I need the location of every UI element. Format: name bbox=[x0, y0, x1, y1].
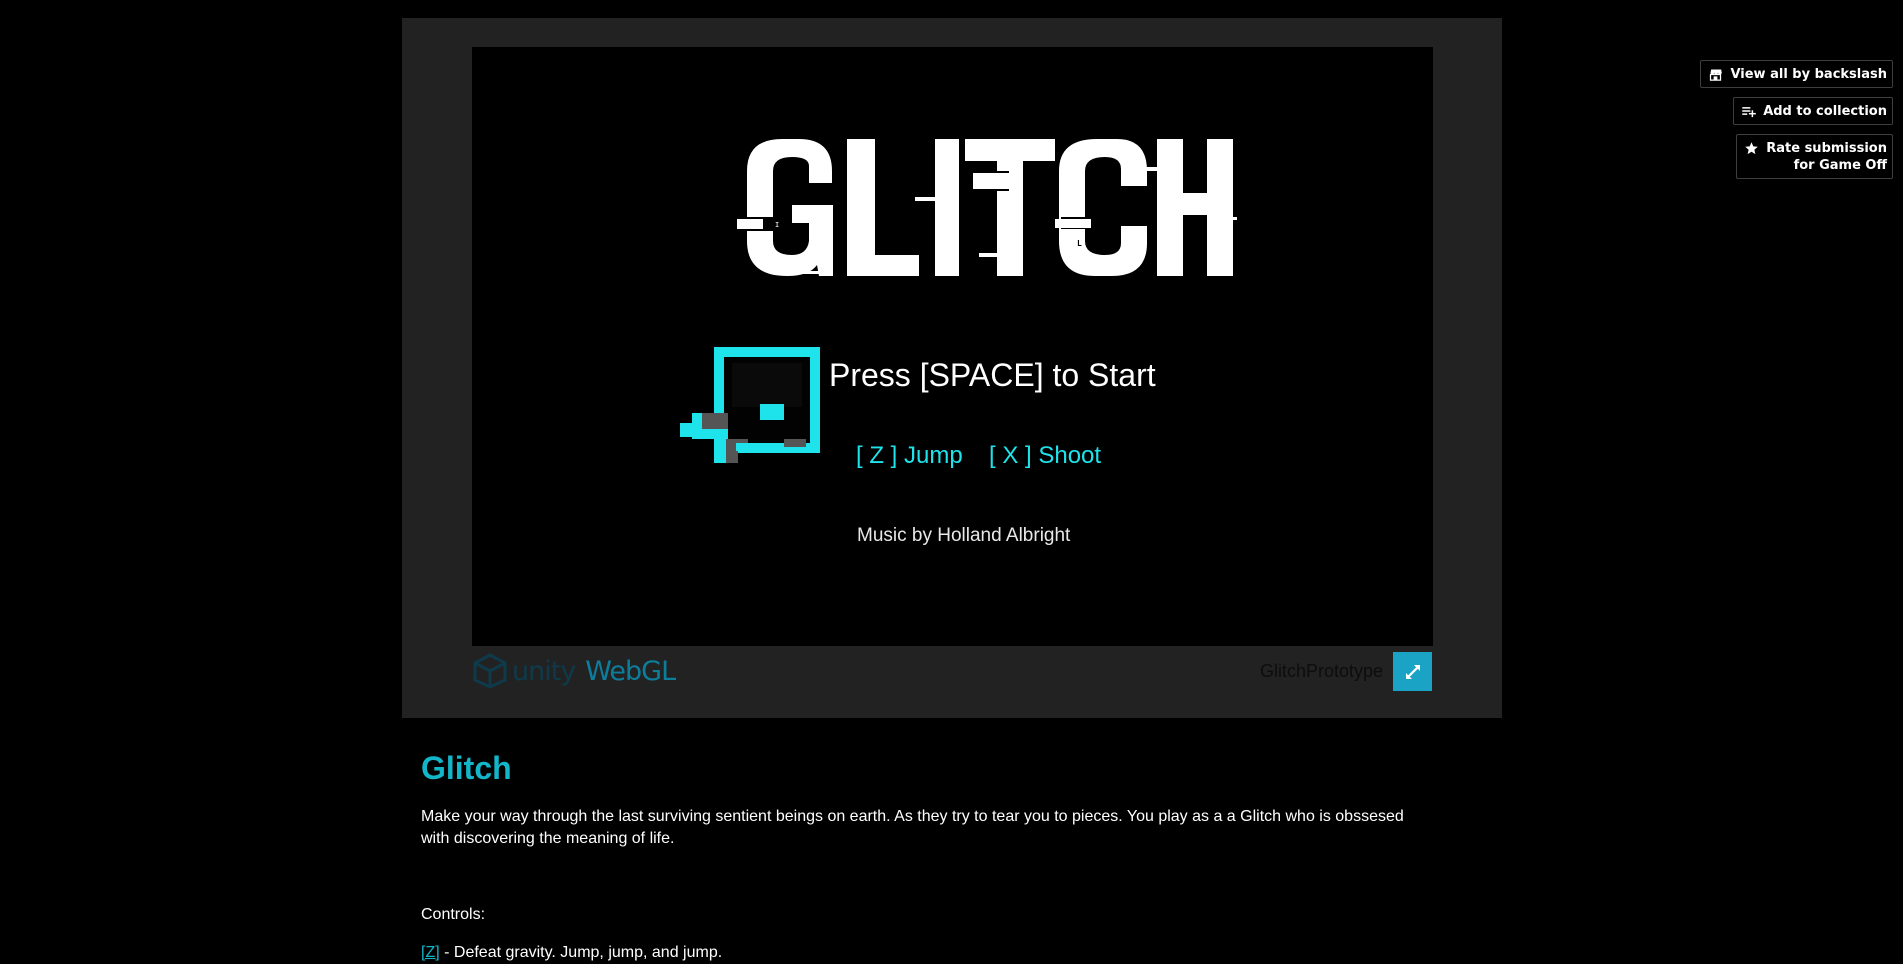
add-to-collection-label: Add to collection bbox=[1763, 104, 1887, 119]
page-title: Glitch bbox=[421, 750, 512, 786]
description-text: Make your way through the last surviving… bbox=[421, 808, 1404, 847]
control-line-z: [Z] - Defeat gravity. Jump, jump, and ju… bbox=[421, 942, 1501, 964]
shoot-hint: [ X ] Shoot bbox=[989, 442, 1102, 469]
music-credit: Music by Holland Albright bbox=[857, 525, 1071, 546]
webgl-word: WebGL bbox=[585, 655, 676, 687]
svg-text:X: X bbox=[1103, 239, 1108, 248]
svg-text:L: L bbox=[1077, 239, 1082, 248]
rate-submission-button[interactable]: Rate submission for Game Off bbox=[1736, 134, 1893, 179]
fullscreen-button[interactable] bbox=[1393, 652, 1432, 691]
key-z-link[interactable]: [Z] bbox=[421, 944, 440, 961]
unity-logo-icon bbox=[473, 653, 507, 689]
view-all-label: View all by backslash bbox=[1730, 67, 1887, 82]
svg-text:OT: OT bbox=[775, 239, 785, 248]
game-description: Glitch Make your way through the last su… bbox=[421, 748, 1501, 964]
rate-submission-label: Rate submission for Game Off bbox=[1766, 141, 1887, 173]
controls-heading: Controls: bbox=[421, 906, 486, 923]
build-title: GlitchPrototype bbox=[1259, 661, 1383, 681]
page-actions: View all by backslash Add to collection … bbox=[1700, 60, 1893, 179]
unity-webgl-logo: unity WebGL bbox=[472, 651, 676, 691]
game-canvas[interactable]: OT L X & & & & X I S Press [SPACE] to St… bbox=[472, 47, 1433, 646]
playlist-add-icon bbox=[1742, 107, 1756, 118]
game-frame: OT L X & & & & X I S Press [SPACE] to St… bbox=[402, 18, 1502, 718]
store-icon bbox=[1710, 69, 1723, 81]
fullscreen-icon bbox=[1405, 664, 1420, 679]
jump-hint: [ Z ] Jump bbox=[856, 442, 963, 469]
player-sprite bbox=[680, 347, 820, 463]
view-all-button[interactable]: View all by backslash bbox=[1700, 60, 1893, 88]
svg-text:I: I bbox=[775, 221, 779, 229]
control-description: - Defeat gravity. Jump, jump, and jump. bbox=[439, 944, 723, 961]
glitch-logo: OT L X && && X I S bbox=[737, 139, 1237, 276]
star-icon bbox=[1745, 142, 1758, 155]
add-to-collection-button[interactable]: Add to collection bbox=[1733, 97, 1893, 125]
unity-word: unity bbox=[512, 655, 576, 687]
press-start-text: Press [SPACE] to Start bbox=[829, 357, 1156, 393]
svg-text:S: S bbox=[1121, 249, 1125, 257]
